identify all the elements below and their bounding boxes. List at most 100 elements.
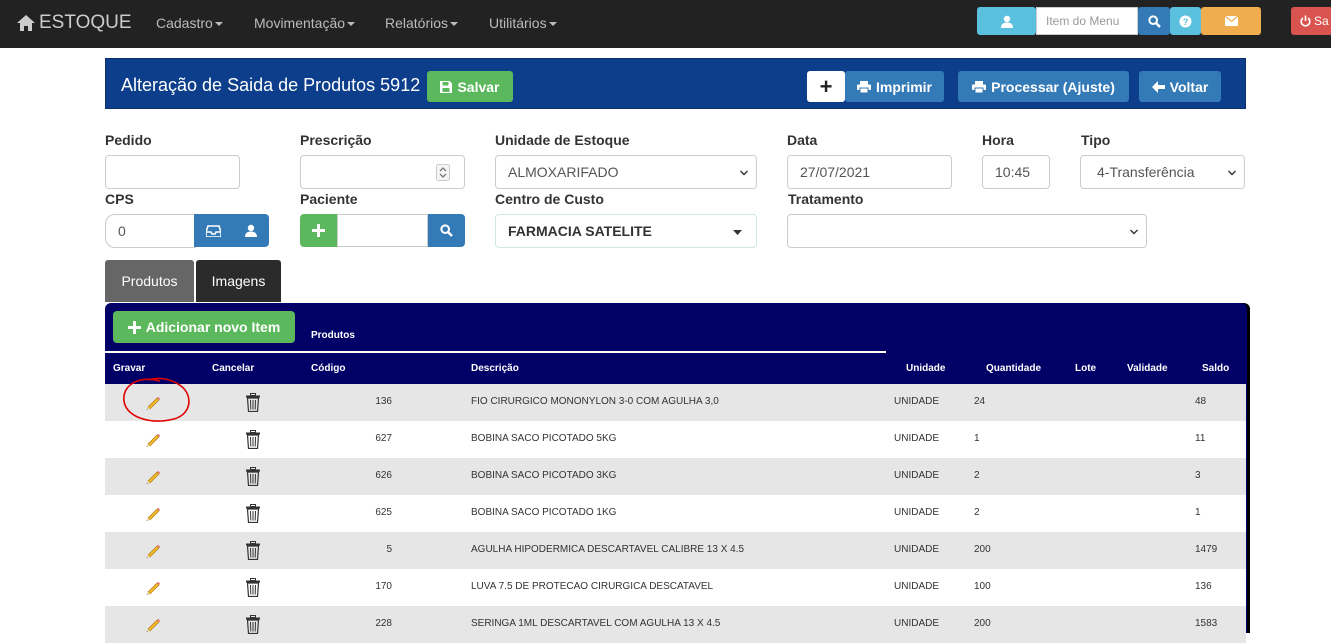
pencil-icon[interactable] — [145, 579, 161, 595]
plus-icon — [312, 224, 325, 237]
cell-quantidade: 24 — [974, 396, 985, 407]
print-icon — [972, 81, 986, 93]
col-quantidade: Quantidade — [986, 363, 1041, 374]
cell-descricao: BOBINA SACO PICOTADO 1KG — [471, 507, 616, 518]
pencil-icon[interactable] — [145, 542, 161, 558]
power-icon — [1300, 15, 1311, 27]
tipo-value: 4-Transferência — [1097, 164, 1195, 180]
menu-movimentacao[interactable]: Movimentação — [254, 15, 355, 31]
caret-icon — [450, 22, 458, 26]
tipo-select[interactable]: 4-Transferência — [1080, 155, 1245, 189]
search-icon — [1148, 15, 1161, 28]
arrow-left-icon — [1152, 81, 1165, 93]
cell-codigo: 5 — [362, 544, 392, 555]
print-label: Imprimir — [876, 79, 932, 95]
trash-icon[interactable] — [245, 541, 261, 560]
prescricao-label: Prescrição — [300, 132, 372, 148]
col-unidade: Unidade — [906, 363, 945, 374]
menu-label: Cadastro — [156, 15, 213, 31]
spinner-icon[interactable] — [436, 164, 450, 181]
col-lote: Lote — [1075, 363, 1096, 374]
messages-button[interactable] — [1201, 7, 1261, 35]
pencil-icon[interactable] — [145, 431, 161, 447]
help-button[interactable]: ? — [1170, 7, 1201, 35]
cell-codigo: 626 — [362, 470, 392, 481]
search-button[interactable] — [1138, 7, 1170, 35]
cell-saldo: 1479 — [1195, 544, 1217, 555]
chevron-down-icon — [1130, 228, 1138, 236]
pencil-icon[interactable] — [145, 468, 161, 484]
cell-descricao: LUVA 7.5 DE PROTECAO CIRURGICA DESCATAVE… — [471, 581, 713, 592]
menu-search-input[interactable]: Item do Menu — [1036, 7, 1138, 35]
cell-descricao: AGULHA HIPODERMICA DESCARTAVEL CALIBRE 1… — [471, 544, 744, 555]
tratamento-select[interactable] — [787, 214, 1147, 248]
paciente-search-button[interactable] — [428, 214, 465, 247]
tab-produtos[interactable]: Produtos — [105, 260, 194, 302]
menu-label: Movimentação — [254, 15, 345, 31]
cell-unidade: UNIDADE — [894, 581, 939, 592]
menu-cadastro[interactable]: Cadastro — [156, 15, 223, 31]
paciente-add-button[interactable] — [300, 214, 337, 247]
cell-saldo: 1 — [1195, 507, 1201, 518]
trash-icon[interactable] — [245, 430, 261, 449]
user-icon — [245, 224, 257, 237]
cell-unidade: UNIDADE — [894, 507, 939, 518]
pencil-icon[interactable] — [145, 505, 161, 521]
prescricao-input[interactable] — [300, 155, 465, 189]
data-label: Data — [787, 132, 817, 148]
cps-user-button[interactable] — [232, 214, 269, 247]
tratamento-label: Tratamento — [788, 191, 863, 207]
menu-utilitarios[interactable]: Utilitários — [489, 15, 557, 31]
table-row — [105, 495, 1246, 532]
cell-quantidade: 2 — [974, 470, 980, 481]
menu-relatorios[interactable]: Relatórios — [385, 15, 458, 31]
centro-select[interactable]: FARMACIA SATELITE — [495, 214, 757, 248]
cell-codigo: 627 — [362, 433, 392, 444]
pencil-icon[interactable] — [145, 616, 161, 632]
print-icon — [857, 81, 871, 93]
add-button[interactable]: + — [807, 71, 845, 102]
tab-imagens[interactable]: Imagens — [196, 260, 281, 302]
section-title: Produtos — [311, 330, 355, 341]
question-icon: ? — [1179, 15, 1192, 28]
cell-saldo: 1583 — [1195, 618, 1217, 629]
annotation-circle — [118, 373, 196, 427]
page-title: Alteração de Saida de Produtos 5912 — [121, 75, 420, 96]
cell-unidade: UNIDADE — [894, 433, 939, 444]
user-button[interactable] — [977, 7, 1036, 35]
trash-icon[interactable] — [245, 615, 261, 634]
caret-down-icon — [733, 230, 742, 235]
process-label: Processar (Ajuste) — [991, 79, 1115, 95]
process-button[interactable]: Processar (Ajuste) — [958, 71, 1129, 102]
save-button[interactable]: Salvar — [427, 71, 513, 102]
cell-descricao: FIO CIRURGICO MONONYLON 3-0 COM AGULHA 3… — [471, 396, 719, 407]
plus-icon — [128, 321, 141, 334]
unidade-select[interactable]: ALMOXARIFADO — [495, 155, 757, 189]
search-placeholder: Item do Menu — [1046, 14, 1119, 28]
trash-icon[interactable] — [245, 467, 261, 486]
trash-icon[interactable] — [245, 504, 261, 523]
add-item-button[interactable]: Adicionar novo Item — [113, 311, 295, 343]
print-button[interactable]: Imprimir — [845, 71, 944, 102]
back-button[interactable]: Voltar — [1139, 71, 1221, 102]
cell-quantidade: 1 — [974, 433, 980, 444]
cell-quantidade: 2 — [974, 507, 980, 518]
pedido-input[interactable] — [105, 155, 240, 189]
add-item-label: Adicionar novo Item — [146, 319, 281, 335]
cell-quantidade: 200 — [974, 544, 991, 555]
cell-codigo: 228 — [362, 618, 392, 629]
logout-button[interactable]: Sa — [1291, 7, 1331, 35]
cps-inbox-button[interactable] — [194, 214, 232, 247]
hora-input[interactable]: 10:45 — [982, 155, 1050, 189]
brand-label: ESTOQUE — [39, 12, 132, 34]
cps-input[interactable]: 0 — [105, 214, 196, 248]
search-icon — [440, 224, 453, 237]
paciente-input[interactable] — [337, 214, 428, 247]
trash-icon[interactable] — [245, 578, 261, 597]
cell-codigo: 170 — [362, 581, 392, 592]
pedido-label: Pedido — [105, 132, 152, 148]
data-input[interactable]: 27/07/2021 — [787, 155, 952, 189]
chevron-down-icon — [1228, 169, 1236, 177]
trash-icon[interactable] — [245, 393, 261, 412]
brand[interactable]: ESTOQUE — [16, 12, 132, 34]
